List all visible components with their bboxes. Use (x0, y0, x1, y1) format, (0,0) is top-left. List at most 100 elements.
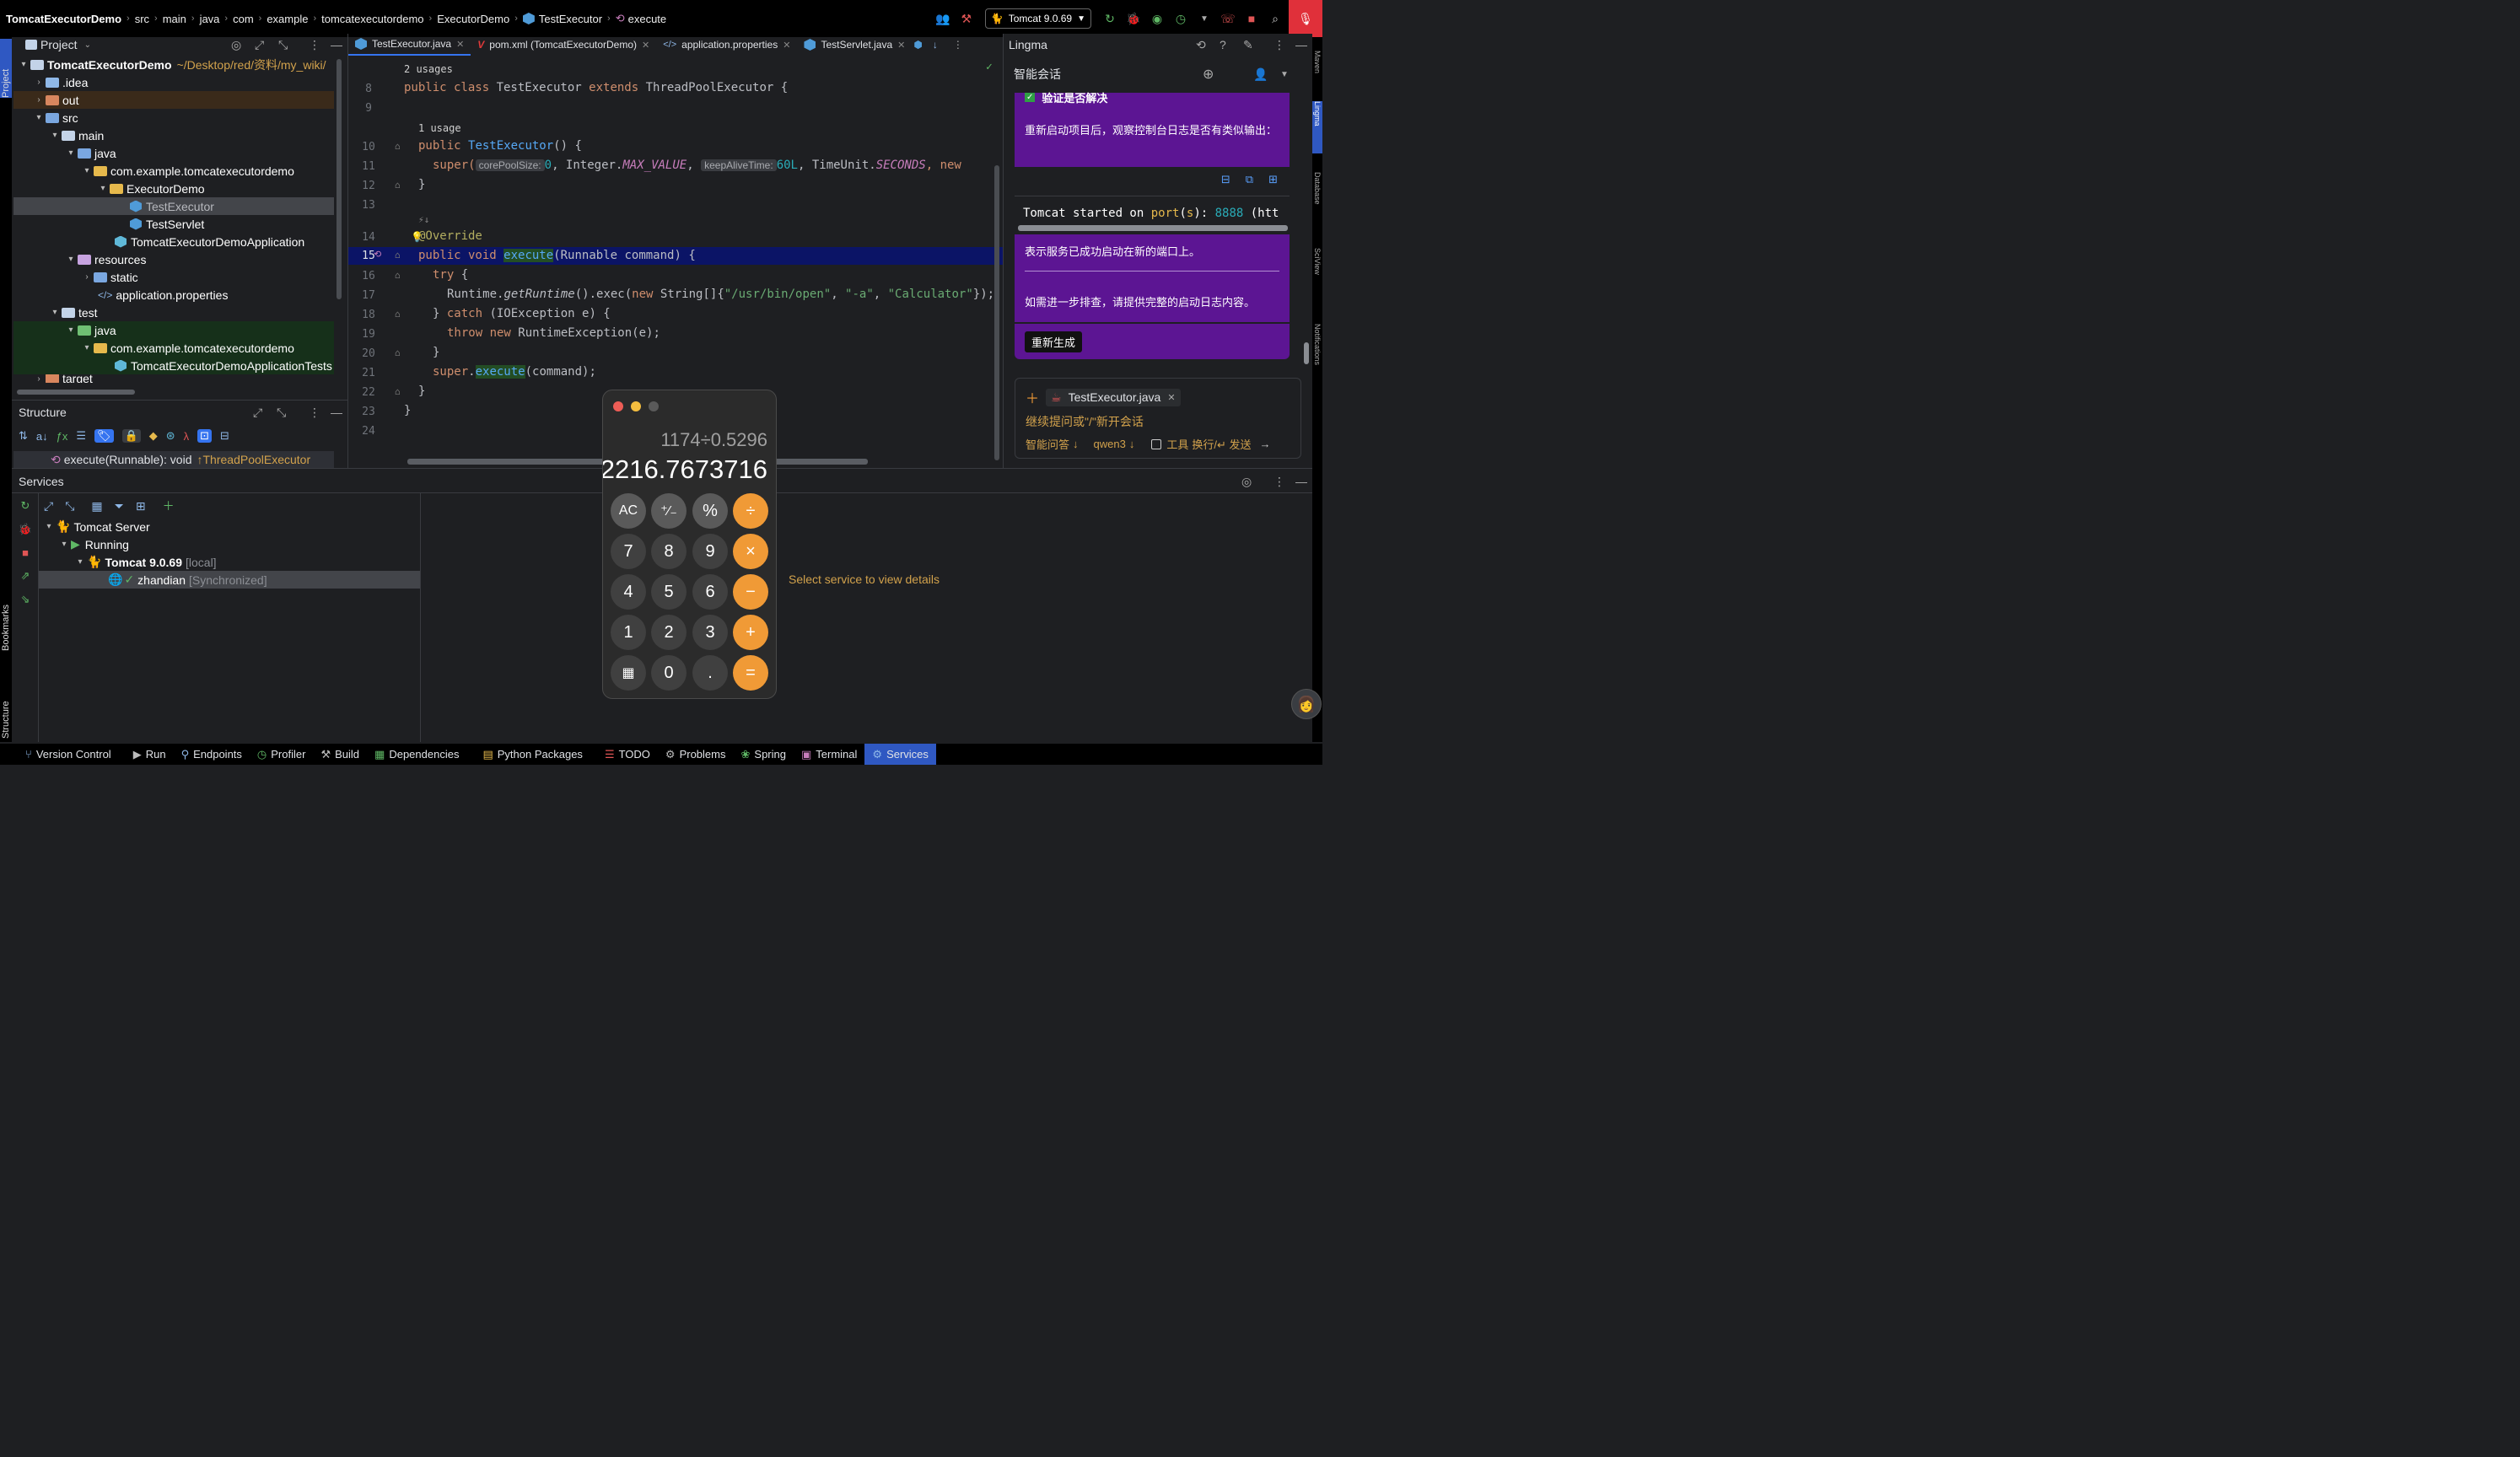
run-tab[interactable]: ▶ Run (126, 744, 174, 765)
calc-button-0[interactable]: 0 (651, 655, 687, 691)
overrides-method-icon[interactable]: ⟲ (374, 249, 381, 260)
calc-button-7[interactable]: 7 (611, 534, 646, 569)
tree-item-executordemo[interactable]: ▾ ExecutorDemo (13, 180, 334, 197)
assistant-avatar[interactable]: 👩 (1291, 689, 1322, 719)
calc-button-equals[interactable]: = (733, 655, 768, 691)
model-select[interactable]: qwen3 (1094, 438, 1126, 450)
close-icon[interactable]: ✕ (897, 40, 905, 51)
options-menu-icon[interactable]: ⋮ (309, 38, 320, 52)
tree-item-out[interactable]: › out (13, 91, 334, 109)
insert-code-icon[interactable]: ⊟ (1221, 173, 1230, 186)
close-icon[interactable]: ✕ (642, 40, 649, 51)
chevron-down-icon[interactable]: ▾ (96, 184, 110, 193)
calc-button-subtract[interactable]: − (733, 574, 768, 610)
fold-icon[interactable]: ⌂ (395, 347, 401, 358)
context-file-chip[interactable]: ☕ TestExecutor.java ✕ (1046, 388, 1181, 406)
tab-testexecutor-java[interactable]: TestExecutor.java ✕ (348, 34, 471, 56)
breadcrumb-project[interactable]: TomcatExecutorDemo (6, 13, 121, 25)
breadcrumb-package[interactable]: tomcatexecutordemo (321, 13, 423, 25)
chevron-down-icon[interactable]: ▼ (1280, 70, 1289, 79)
show-members-icon[interactable]: ☰ (76, 429, 86, 443)
tree-item-static[interactable]: › static (13, 268, 334, 286)
breadcrumb-executordemo[interactable]: ExecutorDemo (437, 13, 509, 25)
chevron-down-icon[interactable]: ▾ (64, 148, 78, 158)
tree-item-main[interactable]: ▾ main (13, 126, 334, 144)
regenerate-button[interactable]: 重新生成 (1025, 331, 1083, 352)
new-tab-icon[interactable]: ⊞ (136, 499, 146, 513)
breadcrumb-src[interactable]: src (135, 13, 149, 25)
sciview-tool-window-button[interactable]: SciView (1312, 248, 1322, 300)
calc-button-multiply[interactable]: × (733, 534, 768, 569)
usages-hint[interactable]: 1 usage (418, 122, 461, 134)
expand-all-icon[interactable]: ⤢ (253, 406, 262, 420)
add-context-icon[interactable]: ＋ (1026, 387, 1039, 407)
services-tab[interactable]: ⚙ Services (864, 744, 936, 765)
options-menu-icon[interactable]: ⋮ (1273, 38, 1285, 52)
project-vertical-scrollbar[interactable] (337, 59, 342, 299)
tree-item-test[interactable]: ▾ test (13, 304, 334, 321)
spring-tab[interactable]: ❀ Spring (734, 744, 794, 765)
microphone-icon[interactable]: 🎙 (1289, 0, 1322, 37)
chevron-down-icon[interactable]: ▾ (64, 255, 78, 264)
expand-all-icon[interactable]: ⤢ (255, 38, 264, 52)
zoom-window-icon[interactable] (649, 401, 659, 411)
profiler-icon[interactable]: ◷ (1171, 8, 1191, 29)
recent-files-icon[interactable]: ⬢ (913, 39, 922, 51)
calculator-mode-icon[interactable]: ▦ (611, 655, 646, 691)
tab-options-icon[interactable]: ⋮ (953, 39, 963, 51)
show-lambdas-icon[interactable]: λ (184, 430, 190, 443)
options-menu-icon[interactable]: ⋮ (1273, 475, 1285, 489)
add-service-icon[interactable]: ＋ (163, 497, 175, 514)
debug-icon[interactable]: 🐞 (19, 523, 32, 536)
chevron-right-icon[interactable]: › (32, 374, 46, 383)
code-block-scrollbar[interactable] (1018, 225, 1288, 231)
maven-tool-window-button[interactable]: Maven (1312, 51, 1322, 91)
terminal-tab[interactable]: ▣ Terminal (794, 744, 864, 765)
filter-icon[interactable]: ⏷ (115, 499, 124, 513)
close-icon[interactable]: ✕ (783, 40, 790, 51)
collapse-all-icon[interactable]: ⤡ (65, 499, 74, 513)
new-session-icon[interactable]: ⊕ (1203, 66, 1214, 83)
dependencies-tab[interactable]: ▦ Dependencies (367, 744, 466, 765)
minimize-window-icon[interactable] (631, 401, 641, 411)
fold-icon[interactable]: ⌂ (395, 386, 401, 397)
structure-tool-window-button[interactable]: Structure (0, 671, 12, 739)
tree-item-target[interactable]: › target (13, 374, 334, 383)
chevron-down-icon[interactable]: ▾ (57, 540, 71, 549)
chevron-down-icon[interactable]: ▾ (80, 166, 94, 175)
hide-panel-icon[interactable]: — (331, 38, 342, 51)
collapse-all-icon[interactable]: ⤡ (277, 406, 286, 420)
calc-button-9[interactable]: 9 (692, 534, 728, 569)
calc-button-sign[interactable]: ⁺∕₋ (651, 493, 687, 529)
send-icon[interactable]: → (1259, 438, 1270, 450)
collapse-all-icon[interactable]: ⤡ (278, 38, 288, 52)
ai-action-icon[interactable]: ⚡↓ (418, 214, 429, 225)
fold-icon[interactable]: ⌂ (395, 309, 401, 320)
chevron-down-icon[interactable]: ▾ (73, 557, 87, 567)
services-item-artifact[interactable]: 🌐 ✓ zhandian [Synchronized] (39, 571, 420, 589)
calc-button-5[interactable]: 5 (651, 574, 687, 610)
autoscroll-to-source-icon[interactable]: ⊡ (197, 429, 213, 443)
history-icon[interactable]: ⟲ (1196, 38, 1206, 52)
version-control-tab[interactable]: ⑂ Version Control (0, 744, 119, 765)
user-icon[interactable]: 👤 (1253, 67, 1268, 82)
services-item-tomcat-server[interactable]: ▾ 🐈 Tomcat Server (39, 518, 420, 535)
chevron-down-icon[interactable]: ▾ (48, 308, 62, 317)
calc-button-add[interactable]: + (733, 615, 768, 650)
tab-application-properties[interactable]: </> application.properties ✕ (656, 34, 797, 56)
build-tab[interactable]: ⚒ Build (313, 744, 367, 765)
chevron-down-icon[interactable]: ▾ (64, 325, 78, 335)
breadcrumb-class[interactable]: TestExecutor (539, 13, 602, 25)
close-window-icon[interactable] (613, 401, 623, 411)
build-hammer-icon[interactable]: ⚒ (956, 8, 977, 29)
rerun-icon[interactable]: ↻ (21, 499, 30, 513)
problems-tab[interactable]: ⚙ Problems (658, 744, 734, 765)
tree-item-project-root[interactable]: ▾ TomcatExecutorDemo ~/Desktop/red/资料/my… (13, 56, 334, 73)
calc-button-4[interactable]: 4 (611, 574, 646, 610)
autoscroll-from-source-icon[interactable]: ⊟ (220, 429, 229, 443)
chevron-down-icon[interactable]: ▾ (32, 113, 46, 122)
run-configuration-select[interactable]: 🐈 Tomcat 9.0.69 ▼ (984, 8, 1091, 29)
tree-item-application-class[interactable]: TomcatExecutorDemoApplication (13, 233, 334, 250)
mode-select[interactable]: 智能问答 (1026, 436, 1069, 452)
bookmarks-tool-window-button[interactable]: Bookmarks (0, 583, 12, 651)
